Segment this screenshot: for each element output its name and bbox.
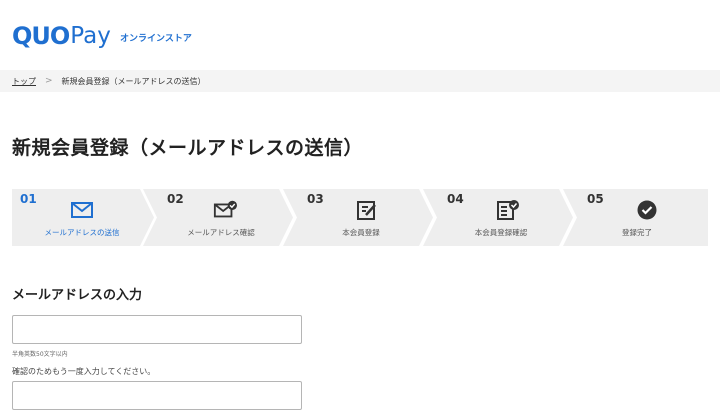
step-4-number: 04 [447, 192, 464, 206]
envelope-icon [71, 202, 93, 218]
form-edit-icon [357, 201, 376, 220]
step-5-number: 05 [587, 192, 604, 206]
step-1-number: 01 [20, 192, 37, 206]
check-circle-icon [637, 200, 657, 220]
step-2-number: 02 [167, 192, 184, 206]
envelope-check-icon [213, 200, 237, 218]
email-section-title: メールアドレスの入力 [12, 288, 143, 303]
breadcrumb-separator: > [45, 76, 53, 86]
step-3-label: 本会員登録 [342, 228, 380, 237]
breadcrumb-current: 新規会員登録（メールアドレスの送信） [61, 76, 206, 86]
logo-pay-text: Pay [70, 23, 111, 49]
step-4-label: 本会員登録確認 [474, 228, 528, 237]
step-5-label: 登録完了 [622, 228, 652, 237]
step-3-number: 03 [307, 192, 324, 206]
logo-quo-text: QUO [12, 22, 70, 50]
step-2: 02 メールアドレス確認 [143, 189, 293, 246]
online-store-label[interactable]: オンラインストア [120, 31, 192, 44]
confirm-email-label: 確認のためもう一度入力してください。 [12, 367, 156, 376]
registration-steps: 01 メールアドレスの送信 02 メールアドレス確認 03 本会員登録 04 本… [12, 189, 708, 246]
step-1-label: メールアドレスの送信 [44, 228, 120, 237]
step-4: 04 本会員登録確認 [423, 189, 573, 246]
quo-pay-logo[interactable]: QUO Pay [12, 24, 111, 48]
email-field[interactable] [12, 315, 302, 344]
step-2-label: メールアドレス確認 [187, 228, 255, 237]
page-title: 新規会員登録（メールアドレスの送信） [12, 137, 364, 159]
form-check-icon [497, 200, 519, 220]
breadcrumb: トップ > 新規会員登録（メールアドレスの送信） [0, 70, 720, 92]
confirm-email-field[interactable] [12, 381, 302, 410]
breadcrumb-top-link[interactable]: トップ [12, 76, 36, 87]
step-5: 05 登録完了 [563, 189, 708, 246]
step-1: 01 メールアドレスの送信 [12, 189, 156, 246]
site-header: QUO Pay オンラインストア [0, 0, 720, 70]
step-3: 03 本会員登録 [283, 189, 433, 246]
email-hint: 半角英数50文字以内 [12, 351, 68, 358]
